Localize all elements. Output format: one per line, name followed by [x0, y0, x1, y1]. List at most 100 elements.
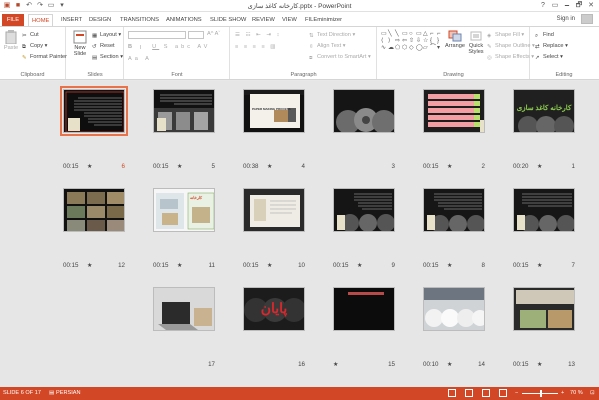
cut-button[interactable]: ✂ Cut: [22, 32, 39, 39]
transition-star-icon[interactable]: ★: [447, 361, 453, 368]
tab-animations[interactable]: ANIMATIONS: [163, 14, 205, 26]
restore-button[interactable]: 🗗: [573, 0, 585, 11]
tab-view[interactable]: VIEW: [279, 14, 300, 26]
help-button[interactable]: ?: [537, 0, 549, 11]
slide-thumbnail-11[interactable]: کارخانه: [153, 188, 215, 232]
slide-thumbnail-16[interactable]: پایان: [243, 287, 305, 331]
transition-star-icon[interactable]: ★: [333, 361, 339, 368]
tab-file[interactable]: FILE: [2, 14, 24, 26]
shape-fill-button[interactable]: ◈ Shape Fill ▾: [487, 32, 524, 39]
slide-thumbnail-13[interactable]: [513, 287, 575, 331]
text-direction-button[interactable]: ⇅ Text Direction ▾: [309, 32, 355, 39]
font-style-buttons[interactable]: B I U S abc AV: [128, 44, 210, 51]
font-size-select[interactable]: [188, 31, 204, 39]
slide-sorter-view-icon[interactable]: [465, 389, 473, 397]
slide-9-preview: [334, 189, 394, 231]
sign-in-link[interactable]: Sign in: [557, 16, 575, 22]
transition-star-icon[interactable]: ★: [447, 163, 453, 170]
transition-star-icon[interactable]: ★: [177, 163, 183, 170]
minimize-button[interactable]: 🗕: [561, 0, 573, 11]
fit-to-window-icon[interactable]: ⊡: [590, 390, 595, 396]
slide-thumbnail-3[interactable]: [333, 89, 395, 133]
slide-thumbnail-1[interactable]: کارخانه کاغذ سازی: [513, 89, 575, 133]
transition-star-icon[interactable]: ★: [537, 361, 543, 368]
transition-star-icon[interactable]: ★: [177, 262, 183, 269]
list-buttons[interactable]: ☰ ☷ ⇤ ⇥ ↕: [235, 32, 281, 38]
search-icon: ⌕: [535, 33, 539, 39]
shapes-gallery[interactable]: ▭ ╲ ╲ ▭ ○ ▭ △ ⌐ ⌐ ⟨ ⟩ ⇨ ⇦ ⇧ ⇩ ☆{} ∿ ☁ ⬠ ⬡ ◇ ◯ ▱ ⌒ ▾: [381, 31, 443, 51]
slide-thumbnail-2[interactable]: [423, 89, 485, 133]
format-painter-button[interactable]: ✎ Format Painter: [22, 54, 67, 61]
ribbon-display-icon[interactable]: ▭: [549, 0, 561, 11]
paste-button[interactable]: Paste: [2, 30, 20, 51]
reset-icon: ↺: [92, 44, 97, 50]
font-color-buttons[interactable]: Aa A: [128, 56, 152, 62]
tab-transitions[interactable]: TRANSITIONS: [117, 14, 162, 26]
replace-button[interactable]: ⇄ Replace ▾: [535, 43, 568, 50]
shape-outline-button[interactable]: ✎ Shape Outline ▾: [487, 43, 535, 50]
status-bar: SLIDE 6 OF 17 ▤ PERSIAN − + 70 % ⊡: [0, 387, 599, 400]
section-button[interactable]: ▤ Section ▾: [92, 54, 123, 61]
zoom-in-button[interactable]: +: [561, 390, 564, 396]
convert-smartart-button[interactable]: ⧈ Convert to SmartArt ▾: [309, 54, 371, 61]
slide-thumbnail-5[interactable]: [153, 89, 215, 133]
slide-thumbnail-6[interactable]: [60, 86, 128, 136]
reset-button[interactable]: ↺ Reset: [92, 43, 115, 50]
transition-star-icon[interactable]: ★: [267, 163, 273, 170]
quick-styles-button[interactable]: Quick Styles: [466, 30, 486, 55]
reading-view-icon[interactable]: [482, 389, 490, 397]
slide-11-title: کارخانه: [190, 195, 203, 200]
slide-thumbnail-14[interactable]: [423, 287, 485, 331]
slide-thumbnail-10[interactable]: [243, 188, 305, 232]
close-button[interactable]: ✕: [585, 0, 597, 11]
slide-counter: SLIDE 6 OF 17: [3, 390, 41, 396]
transition-star-icon[interactable]: ★: [87, 163, 93, 170]
slide-thumbnail-9[interactable]: [333, 188, 395, 232]
slide-thumbnail-8[interactable]: [423, 188, 485, 232]
transition-star-icon[interactable]: ★: [267, 262, 273, 269]
clipboard-group-label: Clipboard: [20, 72, 45, 78]
slide-thumbnail-7[interactable]: [513, 188, 575, 232]
zoom-level[interactable]: 70 %: [570, 390, 583, 396]
select-button[interactable]: ➚ Select ▾: [535, 54, 563, 61]
align-text-button[interactable]: ⇳ Align Text ▾: [309, 43, 346, 50]
slide-thumbnail-12[interactable]: [63, 188, 125, 232]
reset-label: Reset: [100, 43, 115, 49]
normal-view-icon[interactable]: [448, 389, 456, 397]
tab-home[interactable]: HOME: [28, 14, 54, 26]
paint-bucket-icon: ◈: [487, 33, 492, 39]
zoom-out-button[interactable]: −: [515, 390, 518, 396]
shape-fill-label: Shape Fill: [495, 32, 520, 38]
slide-thumbnail-17[interactable]: [153, 287, 215, 331]
transition-star-icon[interactable]: ★: [537, 262, 543, 269]
transition-star-icon[interactable]: ★: [87, 262, 93, 269]
tab-design[interactable]: DESIGN: [86, 14, 114, 26]
font-family-select[interactable]: [128, 31, 186, 39]
avatar[interactable]: [581, 14, 593, 24]
font-size-buttons[interactable]: A^ Aˇ: [207, 31, 220, 37]
find-button[interactable]: ⌕ Find: [535, 32, 554, 39]
arrange-button[interactable]: Arrange: [444, 30, 466, 49]
copy-button[interactable]: ⧉ Copy ▾: [22, 43, 47, 50]
tab-insert[interactable]: INSERT: [58, 14, 85, 26]
slide-thumbnail-15[interactable]: [333, 287, 395, 331]
slide-thumbnail-4[interactable]: PAPER MAKING PROCESS: [243, 89, 305, 133]
title-bar: ▣ ■ ↶ ↷ ▭ ▾ کارخانه کاغذ سازی.pptx - Pow…: [0, 0, 599, 12]
slide-show-view-icon[interactable]: [499, 389, 507, 397]
slide-number: 1: [571, 163, 575, 170]
shape-effects-button[interactable]: ◎ Shape Effects ▾: [487, 54, 534, 61]
zoom-slider-thumb[interactable]: [540, 390, 542, 397]
alignment-buttons[interactable]: ≡ ≡ ≡ ≡ ▥: [235, 44, 278, 50]
transition-star-icon[interactable]: ★: [537, 163, 543, 170]
layout-button[interactable]: ▦ Layout ▾: [92, 32, 121, 39]
tab-slide-show[interactable]: SLIDE SHOW: [207, 14, 249, 26]
transition-star-icon[interactable]: ★: [447, 262, 453, 269]
slide-number: 15: [388, 361, 395, 368]
tab-fileminimizer[interactable]: FILEminimizer: [302, 14, 345, 26]
spellcheck-icon[interactable]: ▤: [49, 390, 54, 396]
new-slide-button[interactable]: New Slide: [70, 30, 90, 57]
transition-star-icon[interactable]: ★: [357, 262, 363, 269]
language-indicator[interactable]: PERSIAN: [56, 390, 81, 396]
tab-review[interactable]: REVIEW: [249, 14, 278, 26]
slide-time: 00:15: [423, 163, 439, 170]
